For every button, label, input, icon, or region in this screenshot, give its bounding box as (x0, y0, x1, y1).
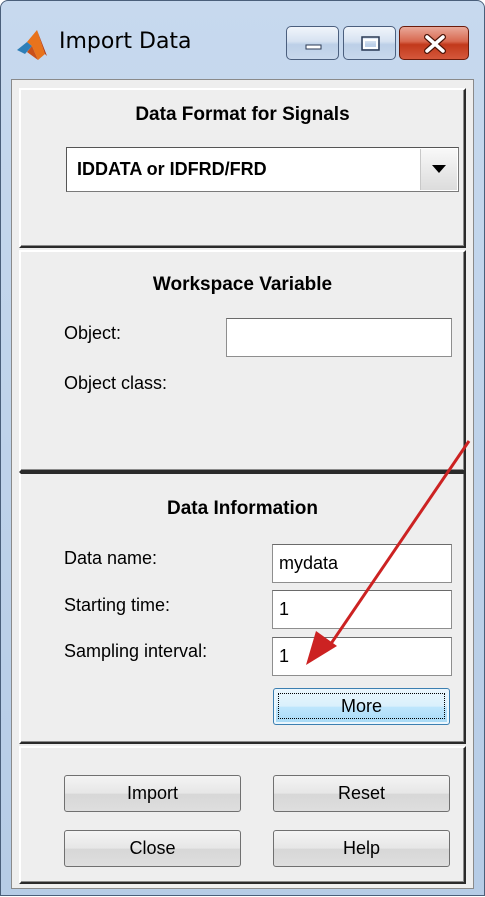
sampling-interval-field[interactable]: 1 (272, 637, 452, 676)
close-window-button[interactable] (399, 26, 469, 60)
maximize-icon (361, 36, 380, 51)
more-button-label: More (277, 693, 446, 719)
starting-time-field[interactable]: 1 (272, 590, 452, 629)
help-button[interactable]: Help (273, 830, 450, 867)
data-name-field[interactable]: mydata (272, 544, 452, 583)
data-format-dropdown[interactable]: IDDATA or IDFRD/FRD (66, 147, 459, 192)
data-format-selected: IDDATA or IDFRD/FRD (77, 159, 267, 179)
import-data-window: Import Data Data Format for Signals IDDA… (0, 0, 485, 896)
data-format-heading: Data Format for Signals (135, 104, 350, 125)
window-title: Import Data (59, 29, 192, 54)
workspace-variable-panel: Workspace Variable Object: Object class: (19, 250, 466, 472)
object-field[interactable] (226, 318, 452, 357)
actions-panel: Import Reset Close Help (19, 746, 466, 884)
chevron-down-icon (432, 165, 446, 173)
workspace-heading: Workspace Variable (152, 274, 333, 295)
minimize-icon (305, 44, 322, 50)
matlab-logo-icon (17, 30, 47, 60)
data-name-label: Data name: (64, 548, 158, 568)
maximize-button[interactable] (343, 26, 396, 60)
data-information-panel: Data Information Data name: mydata Start… (19, 472, 466, 744)
data-format-panel: Data Format for Signals IDDATA or IDFRD/… (19, 88, 466, 248)
sampling-interval-label: Sampling interval: (64, 641, 208, 661)
close-button[interactable]: Close (64, 830, 241, 867)
data-information-heading: Data Information (167, 498, 318, 519)
object-label: Object: (64, 323, 122, 343)
dialog-body: Data Format for Signals IDDATA or IDFRD/… (11, 79, 474, 889)
import-button[interactable]: Import (64, 775, 241, 812)
reset-button[interactable]: Reset (273, 775, 450, 812)
more-button[interactable]: More (273, 688, 450, 725)
minimize-button[interactable] (286, 26, 339, 60)
close-icon (424, 34, 446, 54)
starting-time-label: Starting time: (64, 595, 171, 615)
object-class-label: Object class: (64, 373, 168, 393)
dropdown-button[interactable] (420, 149, 457, 190)
title-bar[interactable]: Import Data (1, 1, 484, 79)
